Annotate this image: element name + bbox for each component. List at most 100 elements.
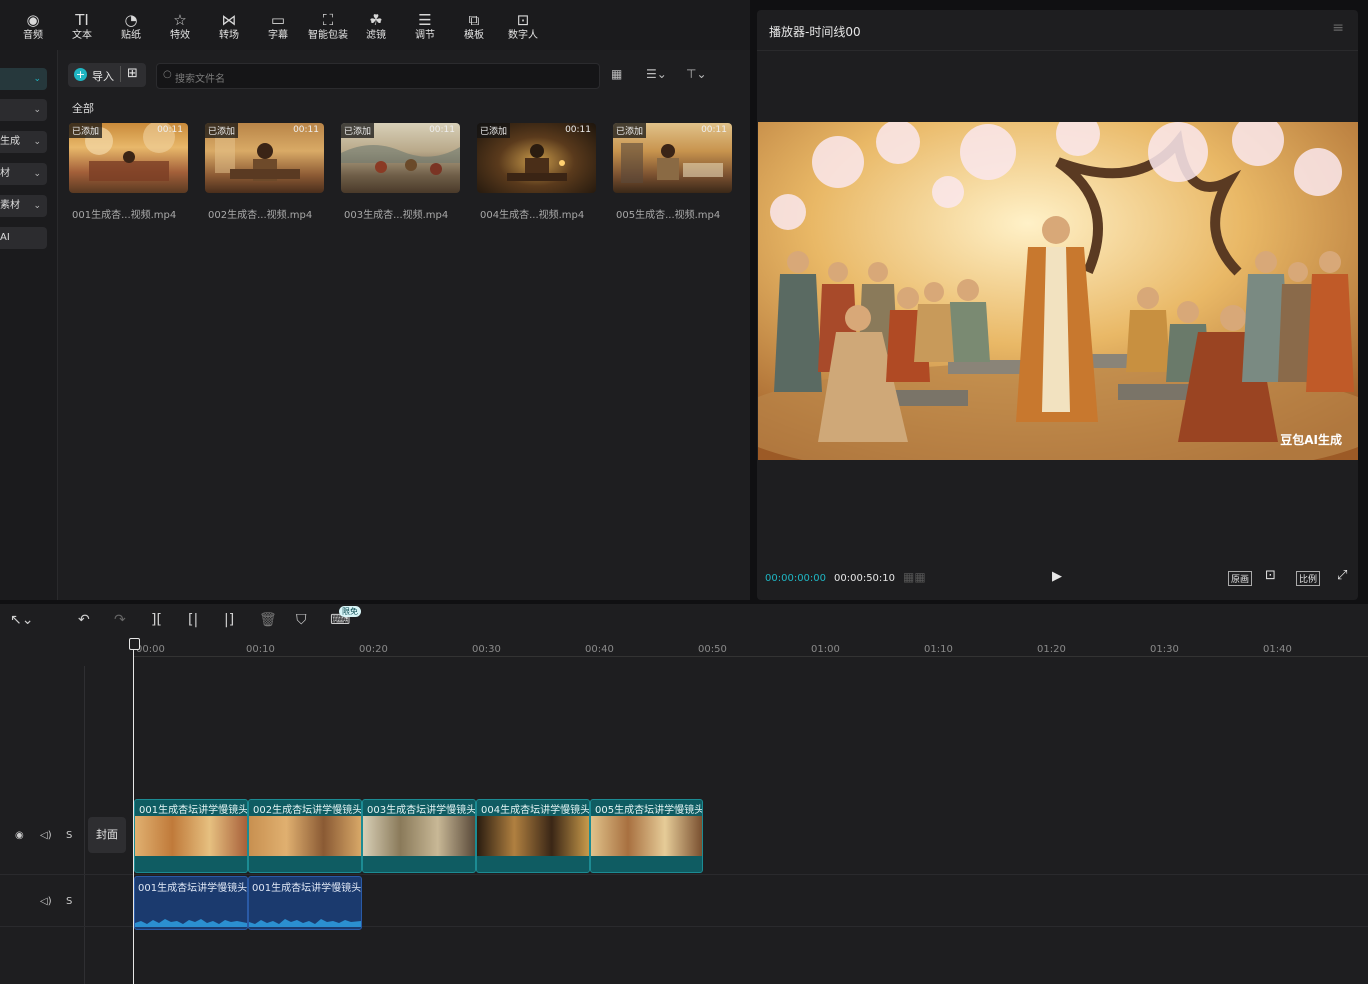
tool-sticker[interactable]: ◔ 贴纸: [109, 10, 153, 50]
caption-icon: ▭: [270, 11, 286, 29]
media-clip[interactable]: 已添加 00:11 002生成杏...视频.mp4: [205, 123, 325, 221]
ruler-tick: 01:10: [924, 644, 953, 655]
play-icon[interactable]: ▶: [1052, 569, 1062, 584]
undo-icon[interactable]: ↶: [78, 612, 90, 628]
snapshot-icon[interactable]: ⊡: [1265, 568, 1276, 583]
import-button[interactable]: + 导入 ⊞: [68, 63, 146, 87]
eye-icon[interactable]: ◉: [15, 830, 24, 841]
tool-effects[interactable]: ☆ 特效: [158, 10, 202, 50]
fullscreen-icon[interactable]: ⤢: [1337, 568, 1347, 583]
search-input[interactable]: ○ 搜索文件名: [156, 63, 600, 89]
tool-transition-label: 转场: [219, 30, 239, 41]
playhead[interactable]: [133, 640, 134, 984]
tool-text[interactable]: TI 文本: [60, 10, 104, 50]
tool-digital-human[interactable]: ⊡ 数字人: [501, 10, 545, 50]
template-icon: ⧉: [468, 11, 480, 29]
added-badge: 已添加: [613, 123, 647, 138]
audio-clip[interactable]: 001生成杏坛讲学慢镜头: [134, 876, 248, 930]
ruler-tick: 00:00: [136, 644, 165, 655]
nav-item-4[interactable]: 素材 ⌄: [0, 195, 47, 217]
search-icon: ○: [163, 69, 172, 80]
nav-item-3[interactable]: 材 ⌄: [0, 163, 47, 185]
tool-template[interactable]: ⧉ 模板: [452, 10, 496, 50]
redo-icon[interactable]: ↷: [114, 612, 126, 628]
cover-button[interactable]: 封面: [88, 817, 126, 853]
video-clip-frames: [591, 816, 702, 856]
track-divider: [0, 874, 1368, 875]
top-toolbar: ◉ 音频 TI 文本 ◔ 贴纸 ☆ 特效 ⋈ 转场 ▭ 字幕 ⛶ 智能包装 ☘ …: [0, 0, 750, 50]
tool-smart-package[interactable]: ⛶ 智能包装: [303, 10, 353, 50]
video-clip-frames: [249, 816, 361, 856]
video-clip[interactable]: 005生成杏坛讲学慢镜头: [590, 799, 703, 873]
video-preview[interactable]: 豆包AI生成: [758, 122, 1358, 460]
video-clip-title: 005生成杏坛讲学慢镜头: [595, 805, 703, 816]
view-toggle-icon[interactable]: ▦: [611, 67, 622, 81]
video-clip-title: 001生成杏坛讲学慢镜头: [139, 805, 248, 816]
volume-icon[interactable]: ◁): [40, 830, 52, 841]
shield-icon[interactable]: ⛉: [296, 612, 307, 628]
select-cursor-icon[interactable]: ↖⌄: [10, 612, 33, 628]
tool-effects-label: 特效: [170, 30, 190, 41]
solo-button[interactable]: S: [66, 896, 72, 907]
audio-clip[interactable]: 001生成杏坛讲学慢镜头: [248, 876, 362, 930]
delete-icon[interactable]: 🗑: [259, 612, 277, 628]
player-header: 播放器-时间线00 ≡: [757, 10, 1358, 51]
grid-view-icon[interactable]: ⊞: [127, 66, 138, 81]
filter-icon[interactable]: ⊤⌄: [686, 67, 707, 81]
added-badge: 已添加: [69, 123, 103, 138]
digital-human-icon: ⊡: [516, 11, 530, 29]
ruler-tick: 00:20: [359, 644, 388, 655]
tool-transition[interactable]: ⋈ 转场: [207, 10, 251, 50]
nav-item-1[interactable]: ⌄: [0, 99, 47, 121]
clip-thumbnail: 已添加 00:11: [69, 123, 188, 193]
ratio-button[interactable]: 比例: [1296, 571, 1321, 586]
tool-captions[interactable]: ▭ 字幕: [256, 10, 300, 50]
volume-icon[interactable]: ◁): [40, 896, 52, 907]
ruler-tick: 01:30: [1150, 644, 1179, 655]
clip-duration: 00:11: [429, 125, 455, 135]
frame-icon[interactable]: ▦▦: [903, 570, 926, 584]
media-clip[interactable]: 已添加 00:11 001生成杏...视频.mp4: [69, 123, 189, 221]
nav-item-label: AI: [0, 232, 10, 243]
chevron-down-icon: ⌄: [33, 201, 41, 211]
trim-right-icon[interactable]: |]: [224, 612, 234, 628]
tool-digital-human-label: 数字人: [508, 30, 538, 41]
menu-icon[interactable]: ≡: [1332, 20, 1344, 36]
video-clip[interactable]: 002生成杏坛讲学慢镜头: [248, 799, 362, 873]
video-clip-title: 003生成杏坛讲学慢镜头: [367, 805, 476, 816]
clip-duration: 00:11: [701, 125, 727, 135]
original-quality-button[interactable]: 原画: [1228, 571, 1253, 586]
video-clip-frames: [135, 816, 247, 856]
tool-adjust[interactable]: ☰ 调节: [403, 10, 447, 50]
media-clip[interactable]: 已添加 00:11 003生成杏...视频.mp4: [341, 123, 461, 221]
tool-text-label: 文本: [72, 30, 92, 41]
add-icon: +: [74, 68, 87, 81]
tool-audio-label: 音频: [23, 30, 43, 41]
category-label[interactable]: 全部: [72, 100, 94, 116]
nav-item-0[interactable]: ⌄: [0, 68, 47, 90]
solo-button[interactable]: S: [66, 830, 72, 841]
video-clip[interactable]: 003生成杏坛讲学慢镜头: [362, 799, 476, 873]
video-clip-title: 002生成杏坛讲学慢镜头: [253, 805, 362, 816]
nav-item-2[interactable]: 生成 ⌄: [0, 131, 47, 153]
audio-clip-title: 001生成杏坛讲学慢镜头: [252, 883, 362, 894]
tool-filter[interactable]: ☘ 滤镜: [354, 10, 398, 50]
clip-name: 003生成杏...视频.mp4: [344, 210, 449, 221]
video-clip[interactable]: 001生成杏坛讲学慢镜头: [134, 799, 248, 873]
nav-item-5[interactable]: AI: [0, 227, 47, 249]
chevron-down-icon: ⌄: [33, 137, 41, 147]
clip-name: 002生成杏...视频.mp4: [208, 210, 313, 221]
sort-icon[interactable]: ☰⌄: [646, 67, 667, 81]
media-clip[interactable]: 已添加 00:11 004生成杏...视频.mp4: [477, 123, 597, 221]
playhead-handle[interactable]: [129, 638, 140, 650]
nav-item-label: 生成: [0, 136, 20, 147]
video-clip[interactable]: 004生成杏坛讲学慢镜头: [476, 799, 590, 873]
trim-left-icon[interactable]: [|: [188, 612, 198, 628]
music-note-icon: ◉: [26, 11, 40, 29]
player-panel: 播放器-时间线00 ≡ 豆包AI生成 00:00:00:00 00:00:50:…: [757, 10, 1358, 600]
chevron-down-icon: ⌄: [33, 105, 41, 115]
tool-audio[interactable]: ◉ 音频: [11, 10, 55, 50]
clip-thumbnail: 已添加 00:11: [205, 123, 324, 193]
split-icon[interactable]: ][: [151, 612, 162, 628]
media-clip[interactable]: 已添加 00:11 005生成杏...视频.mp4: [613, 123, 733, 221]
